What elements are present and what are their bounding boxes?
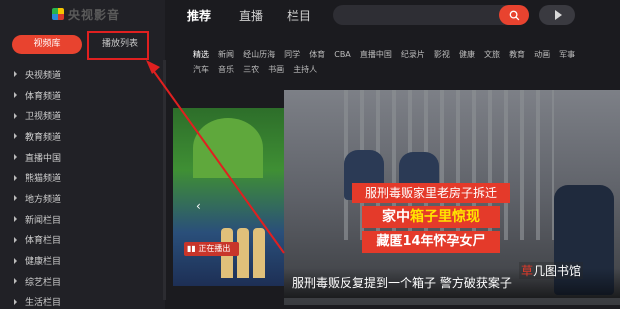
logo-text: 央视影音 — [68, 7, 121, 22]
sidebar-item-news-column[interactable]: 新闻栏目 — [14, 209, 154, 230]
channel-list: 央视频道 体育频道 卫视频道 教育频道 直播中国 熊猫频道 地方频道 新闻栏目 … — [14, 64, 154, 309]
sidebar-item-live-china[interactable]: 直播中国 — [14, 147, 154, 168]
category-documentary[interactable]: 纪录片 — [401, 50, 425, 59]
caret-right-icon — [14, 92, 17, 99]
caret-right-icon — [14, 71, 17, 78]
category-classmates[interactable]: 同学 — [284, 50, 300, 59]
tab-video-library[interactable]: 视频库 — [12, 35, 82, 54]
stage-backdrop — [193, 118, 263, 178]
sidebar-item-health-column[interactable]: 健康栏目 — [14, 250, 154, 271]
category-education[interactable]: 教育 — [509, 50, 525, 59]
caret-right-icon — [14, 278, 17, 285]
category-featured[interactable]: 精选 — [193, 50, 209, 59]
live-badge: ▮▮ 正在播出 — [184, 242, 239, 256]
caret-right-icon — [14, 195, 17, 202]
sidebar-item-variety-column[interactable]: 综艺栏目 — [14, 271, 154, 292]
sidebar-scrollbar[interactable] — [163, 60, 166, 300]
category-culture-travel[interactable]: 文旅 — [484, 50, 500, 59]
playlist-highlight-box — [87, 31, 149, 60]
category-agriculture[interactable]: 三农 — [243, 65, 259, 74]
sidebar: 央视影音 视频库 播放列表 央视频道 体育频道 卫视频道 教育频道 直播中国 熊… — [0, 0, 166, 309]
category-sports[interactable]: 体育 — [309, 50, 325, 59]
sidebar-item-sports[interactable]: 体育频道 — [14, 85, 154, 106]
stage-person — [253, 228, 265, 278]
sidebar-item-sports-column[interactable]: 体育栏目 — [14, 230, 154, 251]
play-button[interactable] — [539, 5, 575, 25]
app-logo: 央视影音 — [52, 6, 120, 22]
live-icon: ▮▮ — [187, 244, 199, 253]
app-window: 央视影音 视频库 播放列表 央视频道 体育频道 卫视频道 教育频道 直播中国 熊… — [0, 0, 620, 309]
caret-right-icon — [14, 154, 17, 161]
sidebar-item-cctv[interactable]: 央视频道 — [14, 64, 154, 85]
headline-banner-3: 藏匿14年怀孕女尸 — [362, 231, 500, 253]
category-cba[interactable]: CBA — [334, 50, 351, 59]
sidebar-item-education[interactable]: 教育频道 — [14, 126, 154, 147]
caret-right-icon — [14, 174, 17, 181]
top-nav: 推荐 直播 栏目 — [165, 0, 620, 32]
featured-thumbnail[interactable] — [173, 108, 286, 286]
category-strip: 精选 新闻 经山历海 同学 体育 CBA 直播中国 纪录片 影视 健康 文旅 教… — [193, 47, 620, 77]
category-auto[interactable]: 汽车 — [193, 65, 209, 74]
play-icon — [554, 10, 562, 20]
caret-right-icon — [14, 298, 17, 305]
caret-right-icon — [14, 216, 17, 223]
caret-right-icon — [14, 236, 17, 243]
sidebar-item-satellite[interactable]: 卫视频道 — [14, 105, 154, 126]
caret-right-icon — [14, 257, 17, 264]
headline-banner-1: 服刑毒贩家里老房子拆迁 — [352, 183, 510, 203]
category-military[interactable]: 军事 — [559, 50, 575, 59]
category-painting[interactable]: 书画 — [268, 65, 284, 74]
logo-icon — [52, 8, 64, 20]
category-health[interactable]: 健康 — [459, 50, 475, 59]
caret-right-icon — [14, 112, 17, 119]
tab-columns[interactable]: 栏目 — [287, 7, 311, 24]
tab-recommend[interactable]: 推荐 — [187, 7, 211, 24]
category-film[interactable]: 影视 — [434, 50, 450, 59]
carousel-prev-icon[interactable]: ‹ — [196, 199, 201, 213]
sidebar-item-local[interactable]: 地方频道 — [14, 188, 154, 209]
category-music[interactable]: 音乐 — [218, 65, 234, 74]
sidebar-item-life-column[interactable]: 生活栏目 — [14, 292, 154, 309]
search-button[interactable] — [499, 5, 529, 25]
search-icon — [509, 10, 519, 20]
category-live-china[interactable]: 直播中国 — [360, 50, 392, 59]
category-hosts[interactable]: 主持人 — [293, 65, 317, 74]
watermark: 草几图书馆 — [519, 262, 584, 279]
headline-banner-2: 家中箱子里惊现 — [362, 206, 500, 228]
category-news[interactable]: 新闻 — [218, 50, 234, 59]
sidebar-item-panda[interactable]: 熊猫频道 — [14, 167, 154, 188]
category-jingshan[interactable]: 经山历海 — [243, 50, 275, 59]
category-animation[interactable]: 动画 — [534, 50, 550, 59]
caret-right-icon — [14, 133, 17, 140]
tab-live[interactable]: 直播 — [239, 7, 263, 24]
